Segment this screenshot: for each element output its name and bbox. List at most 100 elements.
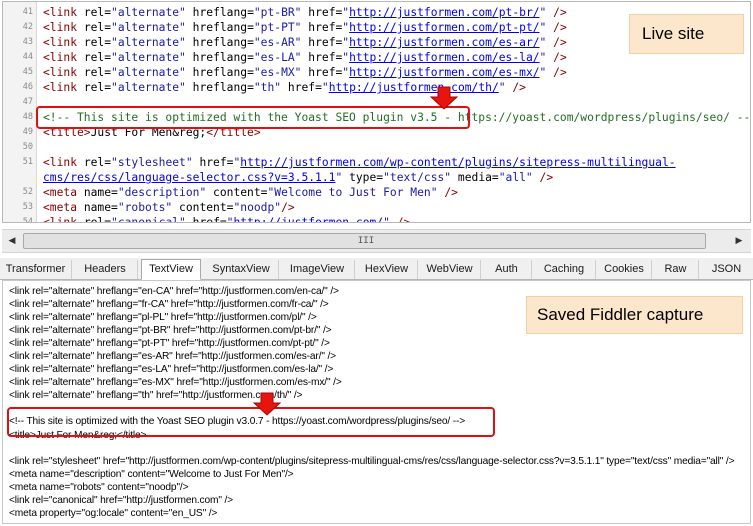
source-token: name= (83, 201, 118, 214)
source-url-link[interactable]: http://justformen.com/pt-pt/ (349, 21, 539, 34)
source-token: <meta (43, 186, 84, 199)
tab-raw[interactable]: Raw (653, 260, 699, 279)
source-token: rel= (83, 6, 112, 19)
text-line: <link rel="alternate" hreflang="pt-BR" h… (9, 325, 332, 336)
scroll-right-icon[interactable]: ▶ (733, 235, 745, 247)
source-url-link[interactable]: http://justformen.com/pt-br/ (349, 6, 539, 19)
source-token: "text/css" (383, 171, 452, 184)
tab-json[interactable]: JSON (700, 260, 753, 279)
source-token: "description" (117, 186, 207, 199)
source-token: "pt-PT" (253, 21, 302, 34)
source-token: "canonical" (111, 216, 186, 223)
source-token: "robots" (117, 201, 173, 214)
text-line: <link rel="stylesheet" href="http://just… (9, 456, 735, 467)
source-line: 46 <link rel="alternate" hreflang="th" hr… (3, 80, 750, 95)
text-line: <link rel="alternate" hreflang="es-AR" h… (9, 351, 336, 362)
text-line: <meta property="og:locale" content="en_U… (9, 508, 218, 519)
source-token: rel= (83, 21, 112, 34)
line-number: 51 (22, 157, 33, 167)
source-token: hreflang= (185, 36, 254, 49)
source-token: rel= (83, 36, 112, 49)
source-token: "es-LA" (253, 51, 302, 64)
source-url-link[interactable]: http://justformen.com/es-la/ (349, 51, 539, 64)
text-view-pane[interactable]: <link rel="alternate" hreflang="en-CA" h… (2, 280, 751, 524)
source-token: rel= (83, 66, 112, 79)
source-token: href= (301, 21, 343, 34)
source-token: /> (281, 201, 295, 214)
source-token: "alternate" (111, 66, 186, 79)
source-url-link[interactable]: http://justformen.com/th/ (329, 81, 499, 94)
line-number: 44 (22, 52, 33, 62)
line-number: 54 (22, 217, 33, 223)
tab-textview[interactable]: TextView (141, 259, 201, 280)
source-line: 54 <link rel="canonical" href= "http://jus… (3, 215, 750, 223)
tab-cookies[interactable]: Cookies (597, 260, 652, 279)
line-number: 48 (22, 112, 33, 122)
line-number: 49 (22, 127, 33, 137)
source-token: "es-AR" (253, 36, 302, 49)
source-token: " (321, 81, 329, 94)
source-token: <link (43, 81, 84, 94)
source-token: "pt-BR" (253, 6, 302, 19)
source-code: <link rel="canonical" href= "http://justf… (43, 215, 411, 223)
line-number: 47 (22, 97, 33, 107)
source-token: /> (546, 6, 567, 19)
line-number: 42 (22, 22, 33, 32)
source-token: /> (546, 51, 567, 64)
source-token: /> (546, 66, 567, 79)
source-token: media= (451, 171, 499, 184)
source-line: 50 (3, 140, 750, 155)
source-token: <link (43, 21, 84, 34)
source-token: href= (192, 156, 234, 169)
source-token: rel= (83, 216, 112, 223)
text-line: <meta name="description" content="Welcom… (9, 469, 294, 480)
source-url-link[interactable]: http://justformen.com/ (233, 216, 383, 222)
tab-auth[interactable]: Auth (482, 260, 532, 279)
line-number: 43 (22, 37, 33, 47)
source-code: <link rel="alternate" hreflang="es-MX" h… (43, 65, 567, 80)
down-arrow-icon (253, 392, 281, 416)
source-token: hreflang= (185, 6, 254, 19)
source-token: "alternate" (111, 6, 186, 19)
source-code: <meta name="robots" content="noodp"/> (43, 200, 295, 215)
source-token: <link (43, 36, 84, 49)
source-view-pane[interactable]: 41 <link rel="alternate" hreflang="pt-BR"… (2, 1, 751, 223)
source-url-link[interactable]: http://justformen.com/wp-content/plugins… (240, 156, 675, 169)
source-token: "alternate" (111, 51, 186, 64)
source-line: 45 <link rel="alternate" hreflang="es-MX"… (3, 65, 750, 80)
source-token: name= (83, 186, 118, 199)
line-number: 46 (22, 82, 33, 92)
tab-caching[interactable]: Caching (533, 260, 596, 279)
text-line: <meta name="robots" content="noodp"/> (9, 482, 189, 493)
down-arrow-icon (430, 86, 458, 110)
source-token: "alternate" (111, 36, 186, 49)
text-line: <link rel="alternate" hreflang="es-MX" h… (9, 377, 342, 388)
source-token: /> (389, 216, 411, 223)
source-code: <link rel="alternate" hreflang="es-AR" h… (43, 35, 567, 50)
tab-hexview[interactable]: HexView (356, 260, 418, 279)
source-token: "noodp" (233, 201, 282, 214)
inspector-tab-strip: Transformer Headers TextView SyntaxView … (0, 258, 753, 280)
horizontal-scrollbar[interactable]: ◀ III ▶ (2, 229, 751, 253)
source-code: <link rel="alternate" hreflang="pt-BR" h… (43, 5, 567, 20)
source-token: hreflang= (185, 66, 254, 79)
source-token: <link (43, 6, 84, 19)
text-line: <link rel="alternate" hreflang="fr-CA" h… (9, 299, 329, 310)
source-url-link[interactable]: http://justformen.com/es-mx/ (349, 66, 539, 79)
live-site-callout: Live site (629, 14, 744, 54)
tab-syntaxview[interactable]: SyntaxView (204, 260, 279, 279)
tab-webview[interactable]: WebView (419, 260, 481, 279)
tab-headers[interactable]: Headers (73, 260, 138, 279)
source-token: content= (206, 186, 268, 199)
tab-imageview[interactable]: ImageView (280, 260, 355, 279)
source-code: <link rel="stylesheet" href="http://just… (43, 155, 676, 170)
line-number: 52 (22, 187, 33, 197)
line-number: 45 (22, 67, 33, 77)
source-code: cms/res/css/language-selector.css?v=3.5.… (43, 170, 553, 185)
tab-transformer[interactable]: Transformer (0, 260, 72, 279)
source-url-link[interactable]: cms/res/css/language-selector.css?v=3.5.… (43, 171, 335, 184)
scrollbar-thumb[interactable]: III (23, 233, 706, 249)
scroll-left-icon[interactable]: ◀ (6, 235, 18, 247)
source-token: "alternate" (111, 21, 186, 34)
source-url-link[interactable]: http://justformen.com/es-ar/ (349, 36, 539, 49)
